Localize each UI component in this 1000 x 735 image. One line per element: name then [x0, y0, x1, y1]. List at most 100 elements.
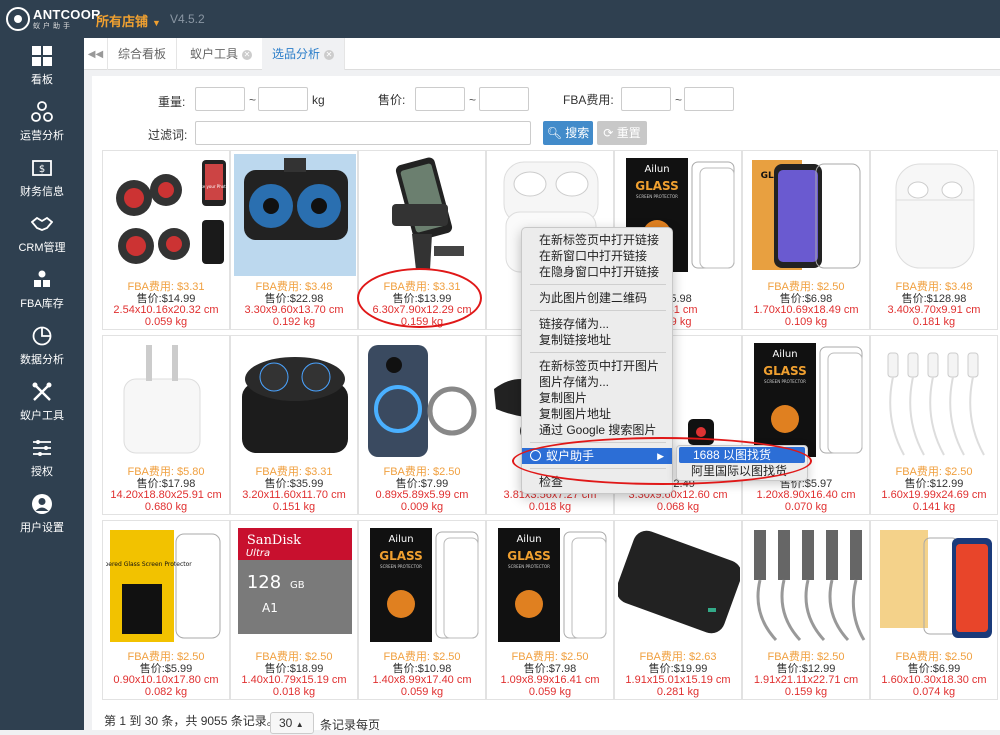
product-meta: FBA费用: $2.50 售价:$10.98 1.40x8.99x17.40 cm 0…	[359, 651, 485, 698]
fba-max-input[interactable]	[684, 87, 734, 111]
product-card[interactable]: GLASS FBA费用: $2.50售价:$6.981.70x10.69x18.4…	[742, 150, 870, 330]
product-image[interactable]: Tempered Glass Screen Protector	[106, 524, 228, 646]
product-card[interactable]: FBA费用: $2.50 售价:$12.99 1.60x19.99x24.69 cm…	[870, 335, 998, 515]
product-dimensions: 1.60x19.99x24.69 cm	[881, 489, 987, 501]
sidebar-item-fba-inventory[interactable]: FBA库存	[0, 262, 84, 318]
svg-text:SCREEN PROTECTOR: SCREEN PROTECTOR	[636, 194, 678, 199]
product-image[interactable]	[362, 154, 484, 276]
menu-item-copy-image-address[interactable]: 复制图片地址	[522, 406, 672, 422]
reset-button[interactable]: ⟳ 重置	[597, 121, 647, 145]
sidebar-item-data-analysis[interactable]: 数据分析	[0, 318, 84, 374]
menu-item-copy-link[interactable]: 复制链接地址	[522, 332, 672, 348]
product-image[interactable]	[234, 154, 356, 276]
product-card[interactable]: FBA费用: $2.50 售价:$6.99 1.60x10.30x18.30 cm 0…	[870, 520, 998, 700]
product-dimensions: 3.30x9.60x13.70 cm	[244, 304, 344, 316]
pie-chart-icon	[32, 326, 52, 346]
weight-min-input[interactable]	[195, 87, 245, 111]
product-image[interactable]	[874, 154, 996, 276]
menu-item-save-image[interactable]: 图片存储为...	[522, 374, 672, 390]
tab-scroll-left-icon[interactable]: ◀◀	[84, 38, 108, 70]
product-image[interactable]: GLASS	[746, 154, 868, 276]
svg-text:Tempered Glass Screen Protecto: Tempered Glass Screen Protector	[106, 561, 192, 568]
svg-text:GB: GB	[290, 580, 305, 591]
product-meta: FBA费用: $2.50 售价:$6.99 1.60x10.30x18.30 cm 0…	[871, 651, 997, 698]
keyword-input[interactable]	[195, 121, 531, 145]
product-card[interactable]: SanDisk Ultra 128 GB A1 FBA费用: $2.50 售价:$18.99…	[230, 520, 358, 700]
product-image[interactable]	[874, 339, 996, 461]
fba-min-input[interactable]	[621, 87, 671, 111]
chevron-down-icon: ▼	[152, 18, 161, 28]
menu-item-create-qr[interactable]: 为此图片创建二维码	[522, 290, 672, 306]
product-fba-fee: FBA费用: $2.50	[383, 466, 461, 478]
product-image[interactable]	[746, 524, 868, 646]
product-card[interactable]: Ailun GLASS SCREEN PROTECTOR FBA费用: $2.50 售价…	[486, 520, 614, 700]
tab-label: 选品分析	[272, 47, 321, 61]
weight-max-input[interactable]	[258, 87, 308, 111]
tab-product-selection[interactable]: 选品分析 ✕	[262, 38, 346, 70]
search-button-label: 搜索	[565, 126, 590, 140]
product-dimensions: 14.20x18.80x25.91 cm	[110, 489, 222, 501]
search-button[interactable]: 🔍︎ 搜索	[543, 121, 593, 145]
product-dimensions: 1.09x8.99x16.41 cm	[500, 674, 600, 686]
product-card[interactable]: FBA费用: $3.48 售价:$128.98 3.40x9.70x9.91 cm 0…	[870, 150, 998, 330]
sidebar-item-finance[interactable]: $ 财务信息	[0, 150, 84, 206]
sidebar-item-authorization[interactable]: 授权	[0, 430, 84, 486]
menu-item-open-link-new-window[interactable]: 在新窗口中打开链接	[522, 248, 672, 264]
page-size-select[interactable]: 30 ▲	[270, 712, 314, 734]
price-label: 售价:	[378, 93, 406, 107]
price-max-input[interactable]	[479, 87, 529, 111]
price-min-input[interactable]	[415, 87, 465, 111]
store-selector[interactable]: 所有店铺 ▼	[96, 11, 161, 30]
product-card[interactable]: FBA费用: $5.80 售价:$17.98 14.20x18.80x25.91 c…	[102, 335, 230, 515]
product-meta: FBA费用: $3.48 售价:$128.98 3.40x9.70x9.91 cm 0…	[871, 281, 997, 328]
reset-button-label: 重置	[616, 126, 641, 140]
sidebar-item-user-settings[interactable]: 用户设置	[0, 486, 84, 542]
sidebar-item-crm[interactable]: CRM管理	[0, 206, 84, 262]
product-card[interactable]: Tempered Glass Screen Protector FBA费用: $2…	[102, 520, 230, 700]
product-image[interactable]	[874, 524, 996, 646]
product-meta: FBA费用: $2.50 售价:$12.99 1.60x19.99x24.69 cm…	[871, 466, 997, 513]
product-card[interactable]: FBA费用: $3.31 售价:$35.99 3.20x11.60x11.70 cm…	[230, 335, 358, 515]
menu-item-open-link-incognito[interactable]: 在隐身窗口中打开链接	[522, 264, 672, 280]
product-image[interactable]	[362, 339, 484, 461]
tab-dashboard[interactable]: 综合看板	[108, 38, 178, 70]
product-meta: FBA费用: $2.50 售价:$7.99 0.89x5.89x5.99 cm 0.0…	[359, 466, 485, 513]
product-meta: FBA费用: $3.48 售价:$22.98 3.30x9.60x13.70 cm 0…	[231, 281, 357, 328]
sidebar-item-dashboard[interactable]: 看板	[0, 38, 84, 94]
product-image[interactable]	[618, 524, 740, 646]
product-card[interactable]: FBA费用: $3.48 售价:$22.98 3.30x9.60x13.70 cm 0…	[230, 150, 358, 330]
product-image[interactable]: Use your Photo	[106, 154, 228, 276]
menu-item-open-link-new-tab[interactable]: 在新标签页中打开链接	[522, 232, 672, 248]
product-card[interactable]: Ailun GLASS SCREEN PROTECTOR FBA费用: $2.50 售价…	[358, 520, 486, 700]
menu-item-open-image-new-tab[interactable]: 在新标签页中打开图片	[522, 358, 672, 374]
svg-text:128: 128	[247, 572, 281, 593]
product-image[interactable]	[106, 339, 228, 461]
sidebar-item-operations[interactable]: 运营分析	[0, 94, 84, 150]
menu-item-copy-image[interactable]: 复制图片	[522, 390, 672, 406]
app-logo[interactable]: ANTCOOR 蚁户助手	[6, 7, 101, 31]
svg-text:SCREEN PROTECTOR: SCREEN PROTECTOR	[508, 564, 550, 569]
annotation-circle	[512, 437, 812, 485]
keyword-label: 过滤词:	[148, 128, 188, 142]
product-card[interactable]: FBA费用: $2.63 售价:$19.99 1.91x15.01x15.19 cm…	[614, 520, 742, 700]
product-card[interactable]: FBA费用: $2.50 售价:$7.99 0.89x5.89x5.99 cm 0.0…	[358, 335, 486, 515]
product-image[interactable]	[234, 339, 356, 461]
range-separator: ~	[469, 93, 477, 107]
product-meta: FBA费用: $2.50 售价:$5.99 0.90x10.10x17.80 cm 0…	[103, 651, 229, 698]
product-image[interactable]: SanDisk Ultra 128 GB A1	[234, 524, 356, 646]
product-weight: 0.192 kg	[272, 315, 316, 328]
menu-item-google-image-search[interactable]: 通过 Google 搜索图片	[522, 422, 672, 438]
product-image[interactable]: Ailun GLASS SCREEN PROTECTOR	[490, 524, 612, 646]
sidebar-item-tools[interactable]: 蚁户工具	[0, 374, 84, 430]
close-icon[interactable]: ✕	[324, 49, 335, 60]
svg-text:$: $	[39, 164, 45, 175]
menu-item-save-link[interactable]: 链接存储为...	[522, 316, 672, 332]
tab-tools[interactable]: 蚁户工具 ✕	[180, 38, 264, 70]
product-image[interactable]: Ailun GLASS SCREEN PROTECTOR	[362, 524, 484, 646]
per-page-label: 条记录每页	[320, 718, 381, 732]
product-fba-fee: FBA费用: $3.48	[255, 281, 333, 293]
close-icon[interactable]: ✕	[242, 49, 253, 60]
product-card[interactable]: Use your Photo FBA费用: $3.31 售价:$14.99 2.54x…	[102, 150, 230, 330]
product-card[interactable]: Ailun GLASS SCREEN PROTECTOR 售价:$5.97 1.20x…	[742, 335, 870, 515]
product-card[interactable]: FBA费用: $2.50 售价:$12.99 1.91x21.11x22.71 cm…	[742, 520, 870, 700]
